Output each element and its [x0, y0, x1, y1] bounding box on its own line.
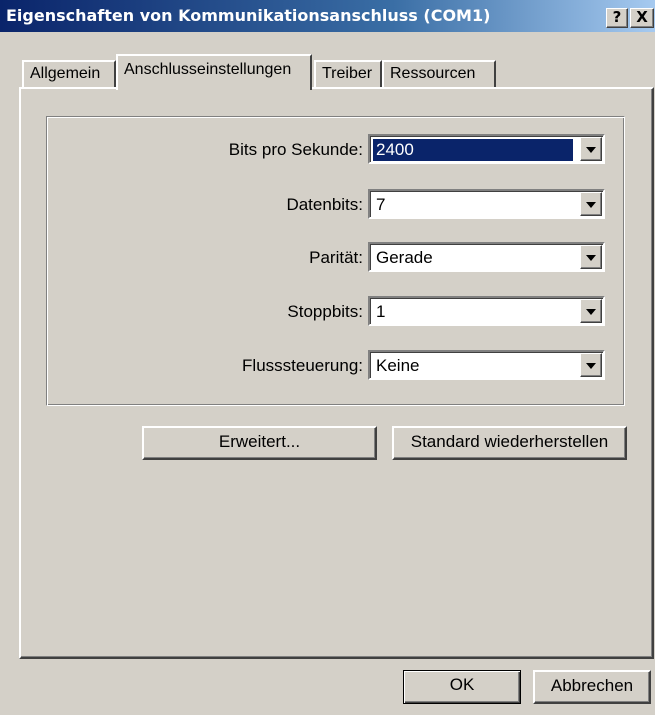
stop-bits-value: 1: [376, 302, 386, 321]
flow-control-label: Flusssteuerung:: [242, 356, 363, 375]
bits-per-second-label: Bits pro Sekunde:: [228, 140, 363, 159]
data-bits-label: Datenbits:: [286, 195, 363, 214]
data-bits-value: 7: [376, 195, 386, 214]
chevron-down-icon[interactable]: [580, 353, 602, 377]
title-bar[interactable]: Eigenschaften von Kommunikationsanschlus…: [0, 0, 655, 32]
tab-treiber[interactable]: Treiber: [314, 60, 382, 88]
properties-dialog: Eigenschaften von Kommunikationsanschlus…: [0, 0, 655, 715]
tab-label: Anschlusseinstellungen: [124, 61, 292, 78]
cancel-button[interactable]: Abbrechen: [533, 670, 651, 704]
bits-per-second-select[interactable]: 2400: [368, 134, 605, 164]
tab-label: Ressourcen: [390, 65, 476, 82]
restore-defaults-button[interactable]: Standard wiederherstellen: [392, 426, 627, 460]
help-button[interactable]: ?: [606, 8, 628, 28]
stop-bits-select[interactable]: 1: [368, 296, 605, 326]
tab-allgemein[interactable]: Allgemein: [22, 60, 116, 88]
flow-control-select[interactable]: Keine: [368, 350, 605, 380]
ok-button[interactable]: OK: [403, 670, 521, 704]
tab-label: Allgemein: [30, 65, 101, 82]
parity-select[interactable]: Gerade: [368, 242, 605, 272]
tab-ressourcen[interactable]: Ressourcen: [382, 60, 496, 88]
bits-per-second-value: 2400: [373, 139, 573, 161]
data-bits-select[interactable]: 7: [368, 189, 605, 219]
window-title: Eigenschaften von Kommunikationsanschlus…: [6, 6, 491, 25]
chevron-down-icon[interactable]: [580, 137, 602, 161]
close-button[interactable]: X: [630, 8, 654, 28]
parity-label: Parität:: [309, 248, 363, 267]
stop-bits-label: Stoppbits:: [287, 302, 363, 321]
parity-value: Gerade: [376, 248, 433, 267]
tab-label: Treiber: [322, 65, 373, 82]
chevron-down-icon[interactable]: [580, 245, 602, 269]
chevron-down-icon[interactable]: [580, 299, 602, 323]
flow-control-value: Keine: [376, 356, 420, 375]
chevron-down-icon[interactable]: [580, 192, 602, 216]
tab-anschlusseinstellungen[interactable]: Anschlusseinstellungen: [116, 54, 312, 90]
advanced-button[interactable]: Erweitert...: [142, 426, 377, 460]
